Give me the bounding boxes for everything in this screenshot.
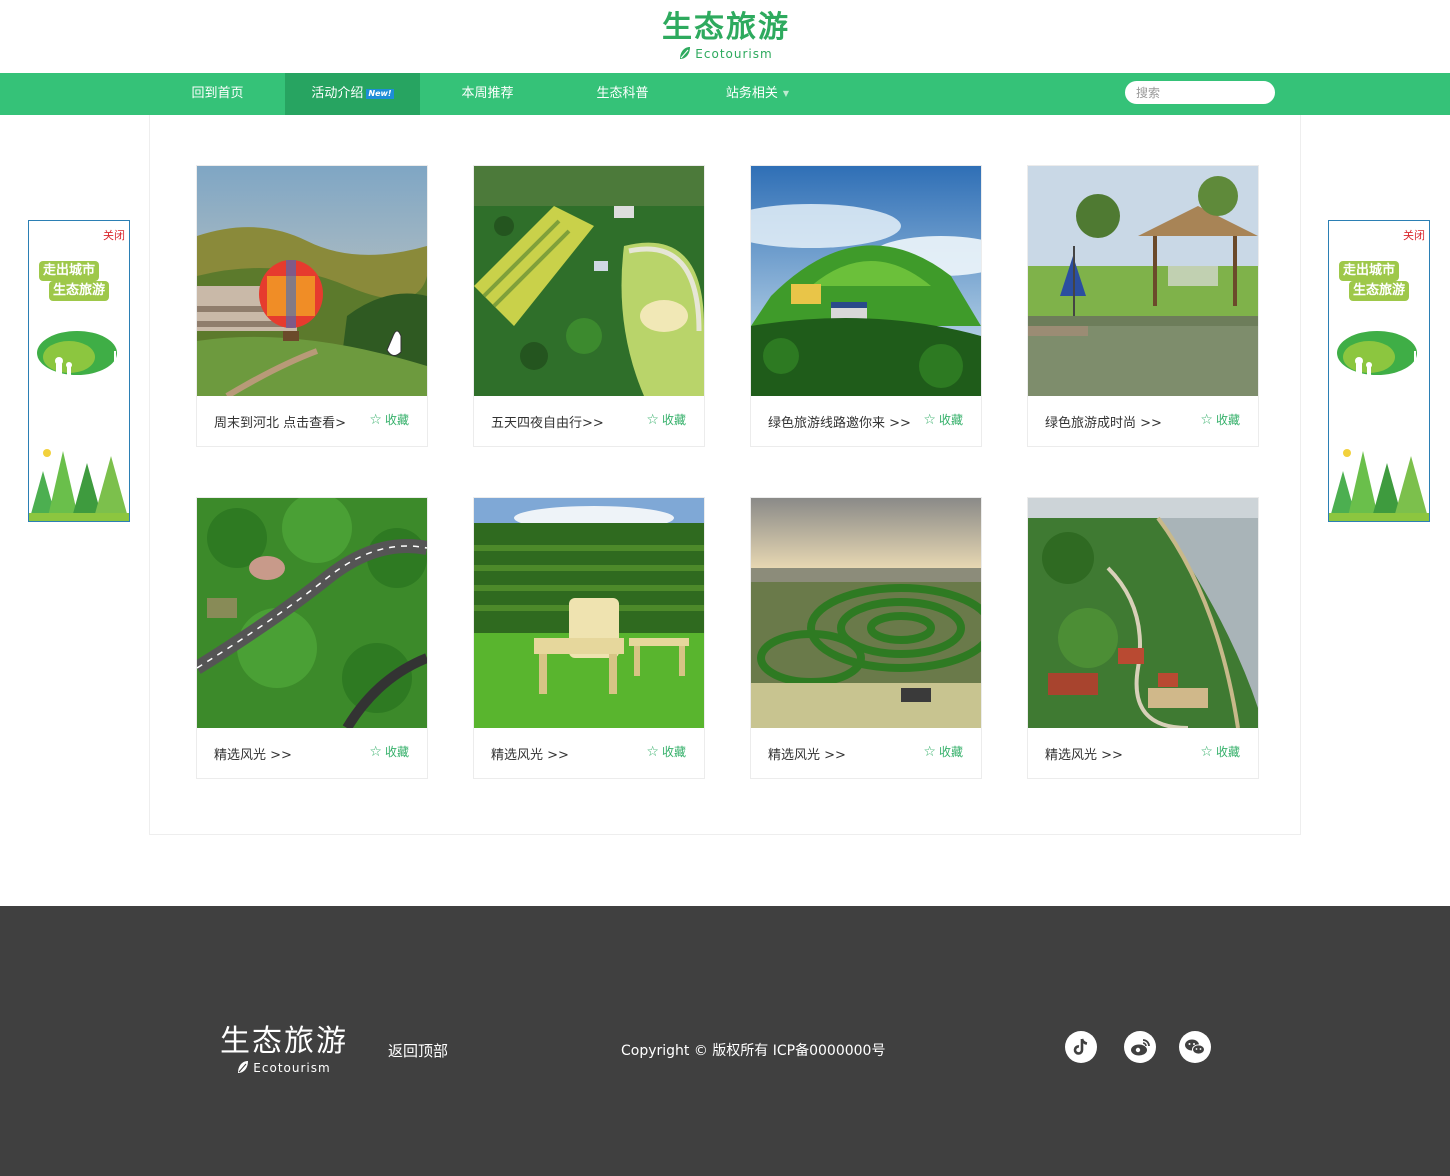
card-title[interactable]: 周末到河北 点击查看> bbox=[214, 412, 346, 431]
star-icon: ☆ bbox=[646, 412, 659, 428]
gallery-card[interactable]: 五天四夜自由行>> ☆ 收藏 bbox=[473, 165, 705, 447]
search-input[interactable] bbox=[1125, 81, 1275, 104]
footer-logo[interactable]: 生态旅游 Ecotourism bbox=[218, 1024, 350, 1080]
card-title[interactable]: 精选风光 >> bbox=[1045, 744, 1123, 763]
star-icon: ☆ bbox=[1200, 412, 1213, 428]
back-to-top-link[interactable]: 返回顶部 bbox=[388, 1040, 448, 1061]
favorite-button[interactable]: ☆ 收藏 bbox=[1200, 743, 1240, 760]
ad-line1: 走出城市 bbox=[1339, 261, 1400, 281]
gallery-card[interactable]: 精选风光 >> ☆ 收藏 bbox=[196, 497, 428, 779]
card-image[interactable] bbox=[197, 166, 427, 396]
side-ad-right[interactable]: 关闭 走出城市 生态旅游 bbox=[1328, 220, 1430, 522]
card-image[interactable] bbox=[474, 166, 704, 396]
nav-item-activities[interactable]: 活动介绍 New! bbox=[285, 73, 420, 115]
card-title[interactable]: 五天四夜自由行>> bbox=[491, 412, 604, 431]
leaf-icon bbox=[680, 47, 691, 59]
gallery-card[interactable]: 周末到河北 点击查看> ☆ 收藏 bbox=[196, 165, 428, 447]
favorite-button[interactable]: ☆ 收藏 bbox=[369, 411, 409, 428]
gallery-container: 周末到河北 点击查看> ☆ 收藏 五天四夜自由行>> ☆ 收藏 绿色旅游线路邀你… bbox=[149, 115, 1301, 835]
favorite-button[interactable]: ☆ 收藏 bbox=[923, 411, 963, 428]
card-image[interactable] bbox=[1028, 166, 1258, 396]
side-ad-left[interactable]: 关闭 走出城市 生态旅游 bbox=[28, 220, 130, 522]
star-icon: ☆ bbox=[646, 744, 659, 760]
tiktok-icon[interactable] bbox=[1065, 1031, 1097, 1063]
card-image[interactable] bbox=[751, 498, 981, 728]
ad-close-button[interactable]: 关闭 bbox=[1403, 227, 1425, 243]
favorite-button[interactable]: ☆ 收藏 bbox=[923, 743, 963, 760]
chevron-down-icon: ▼ bbox=[782, 89, 790, 98]
footer-logo-subtitle: Ecotourism bbox=[218, 1060, 350, 1075]
card-title[interactable]: 精选风光 >> bbox=[214, 744, 292, 763]
ad-line1: 走出城市 bbox=[39, 261, 100, 281]
nav-item-home[interactable]: 回到首页 bbox=[150, 73, 285, 115]
card-image[interactable] bbox=[197, 498, 427, 728]
gallery-card[interactable]: 精选风光 >> ☆ 收藏 bbox=[750, 497, 982, 779]
nav-item-weekly[interactable]: 本周推荐 bbox=[420, 73, 555, 115]
star-icon: ☆ bbox=[923, 744, 936, 760]
gallery-card[interactable]: 精选风光 >> ☆ 收藏 bbox=[1027, 497, 1259, 779]
ad-illustration bbox=[29, 331, 129, 521]
site-logo[interactable]: 生态旅游 Ecotourism bbox=[660, 10, 792, 66]
new-badge: New! bbox=[366, 89, 394, 99]
copyright-text: Copyright © 版权所有 ICP备0000000号 bbox=[621, 1043, 886, 1059]
favorite-button[interactable]: ☆ 收藏 bbox=[646, 411, 686, 428]
gallery-card[interactable]: 精选风光 >> ☆ 收藏 bbox=[473, 497, 705, 779]
weibo-icon[interactable] bbox=[1124, 1031, 1156, 1063]
card-image[interactable] bbox=[474, 498, 704, 728]
site-footer: 生态旅游 Ecotourism 返回顶部 Copyright © 版权所有 IC… bbox=[0, 906, 1450, 1176]
star-icon: ☆ bbox=[1200, 744, 1213, 760]
star-icon: ☆ bbox=[369, 744, 382, 760]
card-image[interactable] bbox=[751, 166, 981, 396]
ad-close-button[interactable]: 关闭 bbox=[103, 227, 125, 243]
ad-line2: 生态旅游 bbox=[49, 281, 110, 301]
gallery-card[interactable]: 绿色旅游线路邀你来 >> ☆ 收藏 bbox=[750, 165, 982, 447]
favorite-button[interactable]: ☆ 收藏 bbox=[369, 743, 409, 760]
ad-illustration bbox=[1329, 331, 1429, 521]
star-icon: ☆ bbox=[369, 412, 382, 428]
main-nav: 回到首页 活动介绍 New! 本周推荐 生态科普 站务相关 ▼ bbox=[0, 73, 1450, 115]
ad-line2: 生态旅游 bbox=[1349, 281, 1410, 301]
gallery-card[interactable]: 绿色旅游成时尚 >> ☆ 收藏 bbox=[1027, 165, 1259, 447]
wechat-icon[interactable] bbox=[1179, 1031, 1211, 1063]
site-header: 生态旅游 Ecotourism bbox=[0, 0, 1450, 73]
card-title[interactable]: 精选风光 >> bbox=[491, 744, 569, 763]
card-image[interactable] bbox=[1028, 498, 1258, 728]
logo-subtitle: Ecotourism bbox=[660, 46, 792, 61]
favorite-button[interactable]: ☆ 收藏 bbox=[646, 743, 686, 760]
footer-logo-title: 生态旅游 bbox=[220, 1024, 348, 1059]
logo-title: 生态旅游 bbox=[662, 10, 790, 45]
card-title[interactable]: 绿色旅游成时尚 >> bbox=[1045, 412, 1162, 431]
card-title[interactable]: 绿色旅游线路邀你来 >> bbox=[768, 412, 911, 431]
nav-item-site[interactable]: 站务相关 ▼ bbox=[690, 73, 825, 115]
card-title[interactable]: 精选风光 >> bbox=[768, 744, 846, 763]
nav-item-science[interactable]: 生态科普 bbox=[555, 73, 690, 115]
favorite-button[interactable]: ☆ 收藏 bbox=[1200, 411, 1240, 428]
star-icon: ☆ bbox=[923, 412, 936, 428]
leaf-icon bbox=[238, 1061, 249, 1073]
